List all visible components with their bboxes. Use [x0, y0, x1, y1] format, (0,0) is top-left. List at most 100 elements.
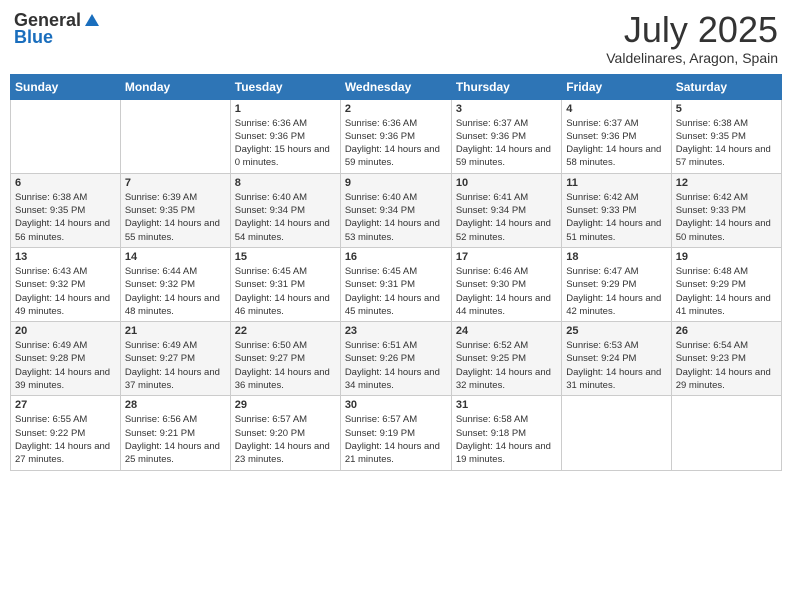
day-info: Sunrise: 6:37 AM Sunset: 9:36 PM Dayligh… [456, 117, 557, 170]
calendar-cell [562, 396, 671, 470]
calendar-cell: 8Sunrise: 6:40 AM Sunset: 9:34 PM Daylig… [230, 173, 340, 247]
title-block: July 2025 Valdelinares, Aragon, Spain [606, 10, 778, 66]
calendar-body: 1 Sunrise: 6:36 AM Sunset: 9:36 PM Daylig… [11, 99, 782, 470]
day-number: 27 [15, 399, 116, 411]
day-info: Sunrise: 6:39 AM Sunset: 9:35 PM Dayligh… [125, 191, 226, 244]
calendar-cell: 7 Sunrise: 6:39 AM Sunset: 9:35 PM Daylig… [120, 173, 230, 247]
calendar-cell: 3Sunrise: 6:37 AM Sunset: 9:36 PM Daylig… [451, 99, 561, 173]
day-number: 11 [566, 177, 666, 189]
day-number: 20 [15, 325, 116, 337]
calendar-cell: 21 Sunrise: 6:49 AM Sunset: 9:27 PM Dayli… [120, 322, 230, 396]
day-info: Sunrise: 6:50 AM Sunset: 9:27 PM Dayligh… [235, 339, 336, 392]
day-info: Sunrise: 6:36 AM Sunset: 9:36 PM Dayligh… [345, 117, 447, 170]
location-title: Valdelinares, Aragon, Spain [606, 50, 778, 66]
calendar-cell: 16 Sunrise: 6:45 AM Sunset: 9:31 PM Dayli… [340, 247, 451, 321]
day-info: Sunrise: 6:45 AM Sunset: 9:31 PM Dayligh… [345, 265, 447, 318]
calendar-cell [671, 396, 781, 470]
day-info: Sunrise: 6:57 AM Sunset: 9:20 PM Dayligh… [235, 413, 336, 466]
calendar-day-header: Wednesday [340, 74, 451, 99]
calendar-cell: 11 Sunrise: 6:42 AM Sunset: 9:33 PM Dayli… [562, 173, 671, 247]
day-info: Sunrise: 6:47 AM Sunset: 9:29 PM Dayligh… [566, 265, 666, 318]
day-info: Sunrise: 6:43 AM Sunset: 9:32 PM Dayligh… [15, 265, 116, 318]
day-info: Sunrise: 6:58 AM Sunset: 9:18 PM Dayligh… [456, 413, 557, 466]
day-info: Sunrise: 6:40 AM Sunset: 9:34 PM Dayligh… [345, 191, 447, 244]
day-info: Sunrise: 6:40 AM Sunset: 9:34 PM Dayligh… [235, 191, 336, 244]
day-info: Sunrise: 6:49 AM Sunset: 9:27 PM Dayligh… [125, 339, 226, 392]
day-number: 17 [456, 251, 557, 263]
day-number: 12 [676, 177, 777, 189]
calendar-cell: 23 Sunrise: 6:51 AM Sunset: 9:26 PM Dayli… [340, 322, 451, 396]
month-title: July 2025 [606, 10, 778, 50]
day-info: Sunrise: 6:37 AM Sunset: 9:36 PM Dayligh… [566, 117, 666, 170]
day-number: 30 [345, 399, 447, 411]
calendar-cell: 24 Sunrise: 6:52 AM Sunset: 9:25 PM Dayli… [451, 322, 561, 396]
logo: General Blue [14, 10, 101, 48]
day-number: 2 [345, 103, 447, 115]
day-number: 21 [125, 325, 226, 337]
calendar-cell: 14 Sunrise: 6:44 AM Sunset: 9:32 PM Dayli… [120, 247, 230, 321]
day-number: 7 [125, 177, 226, 189]
day-number: 31 [456, 399, 557, 411]
calendar-cell: 4 Sunrise: 6:37 AM Sunset: 9:36 PM Daylig… [562, 99, 671, 173]
day-number: 19 [676, 251, 777, 263]
calendar-week-row: 20 Sunrise: 6:49 AM Sunset: 9:28 PM Dayli… [11, 322, 782, 396]
calendar-cell: 5 Sunrise: 6:38 AM Sunset: 9:35 PM Daylig… [671, 99, 781, 173]
calendar-week-row: 6Sunrise: 6:38 AM Sunset: 9:35 PM Daylig… [11, 173, 782, 247]
calendar-cell: 10 Sunrise: 6:41 AM Sunset: 9:34 PM Dayli… [451, 173, 561, 247]
day-info: Sunrise: 6:38 AM Sunset: 9:35 PM Dayligh… [676, 117, 777, 170]
day-number: 24 [456, 325, 557, 337]
calendar-week-row: 13 Sunrise: 6:43 AM Sunset: 9:32 PM Dayli… [11, 247, 782, 321]
calendar-cell: 20 Sunrise: 6:49 AM Sunset: 9:28 PM Dayli… [11, 322, 121, 396]
calendar-week-row: 27 Sunrise: 6:55 AM Sunset: 9:22 PM Dayli… [11, 396, 782, 470]
day-number: 10 [456, 177, 557, 189]
calendar-cell [120, 99, 230, 173]
day-number: 26 [676, 325, 777, 337]
calendar-day-header: Saturday [671, 74, 781, 99]
calendar-cell: 22Sunrise: 6:50 AM Sunset: 9:27 PM Dayli… [230, 322, 340, 396]
day-number: 16 [345, 251, 447, 263]
day-number: 5 [676, 103, 777, 115]
calendar-cell: 27 Sunrise: 6:55 AM Sunset: 9:22 PM Dayli… [11, 396, 121, 470]
calendar-cell: 19Sunrise: 6:48 AM Sunset: 9:29 PM Dayli… [671, 247, 781, 321]
calendar-cell: 1 Sunrise: 6:36 AM Sunset: 9:36 PM Daylig… [230, 99, 340, 173]
day-info: Sunrise: 6:56 AM Sunset: 9:21 PM Dayligh… [125, 413, 226, 466]
calendar-cell: 15Sunrise: 6:45 AM Sunset: 9:31 PM Dayli… [230, 247, 340, 321]
day-info: Sunrise: 6:45 AM Sunset: 9:31 PM Dayligh… [235, 265, 336, 318]
day-info: Sunrise: 6:53 AM Sunset: 9:24 PM Dayligh… [566, 339, 666, 392]
calendar-day-header: Thursday [451, 74, 561, 99]
calendar-table: SundayMondayTuesdayWednesdayThursdayFrid… [10, 74, 782, 471]
day-info: Sunrise: 6:52 AM Sunset: 9:25 PM Dayligh… [456, 339, 557, 392]
day-number: 28 [125, 399, 226, 411]
day-info: Sunrise: 6:44 AM Sunset: 9:32 PM Dayligh… [125, 265, 226, 318]
day-info: Sunrise: 6:41 AM Sunset: 9:34 PM Dayligh… [456, 191, 557, 244]
calendar-cell: 25 Sunrise: 6:53 AM Sunset: 9:24 PM Dayli… [562, 322, 671, 396]
day-info: Sunrise: 6:49 AM Sunset: 9:28 PM Dayligh… [15, 339, 116, 392]
day-info: Sunrise: 6:36 AM Sunset: 9:36 PM Dayligh… [235, 117, 336, 170]
calendar-cell: 31 Sunrise: 6:58 AM Sunset: 9:18 PM Dayli… [451, 396, 561, 470]
day-number: 14 [125, 251, 226, 263]
calendar-header-row: SundayMondayTuesdayWednesdayThursdayFrid… [11, 74, 782, 99]
logo-icon [83, 12, 101, 30]
calendar-day-header: Friday [562, 74, 671, 99]
calendar-cell: 9Sunrise: 6:40 AM Sunset: 9:34 PM Daylig… [340, 173, 451, 247]
calendar-cell: 12Sunrise: 6:42 AM Sunset: 9:33 PM Dayli… [671, 173, 781, 247]
calendar-cell: 28 Sunrise: 6:56 AM Sunset: 9:21 PM Dayli… [120, 396, 230, 470]
calendar-cell: 13 Sunrise: 6:43 AM Sunset: 9:32 PM Dayli… [11, 247, 121, 321]
day-number: 13 [15, 251, 116, 263]
day-number: 1 [235, 103, 336, 115]
day-info: Sunrise: 6:51 AM Sunset: 9:26 PM Dayligh… [345, 339, 447, 392]
day-info: Sunrise: 6:57 AM Sunset: 9:19 PM Dayligh… [345, 413, 447, 466]
day-number: 29 [235, 399, 336, 411]
day-number: 4 [566, 103, 666, 115]
calendar-cell [11, 99, 121, 173]
day-info: Sunrise: 6:42 AM Sunset: 9:33 PM Dayligh… [566, 191, 666, 244]
calendar-day-header: Sunday [11, 74, 121, 99]
calendar-cell: 30 Sunrise: 6:57 AM Sunset: 9:19 PM Dayli… [340, 396, 451, 470]
calendar-day-header: Monday [120, 74, 230, 99]
calendar-week-row: 1 Sunrise: 6:36 AM Sunset: 9:36 PM Daylig… [11, 99, 782, 173]
day-number: 23 [345, 325, 447, 337]
day-number: 25 [566, 325, 666, 337]
day-info: Sunrise: 6:46 AM Sunset: 9:30 PM Dayligh… [456, 265, 557, 318]
day-info: Sunrise: 6:55 AM Sunset: 9:22 PM Dayligh… [15, 413, 116, 466]
logo-blue: Blue [14, 27, 53, 48]
